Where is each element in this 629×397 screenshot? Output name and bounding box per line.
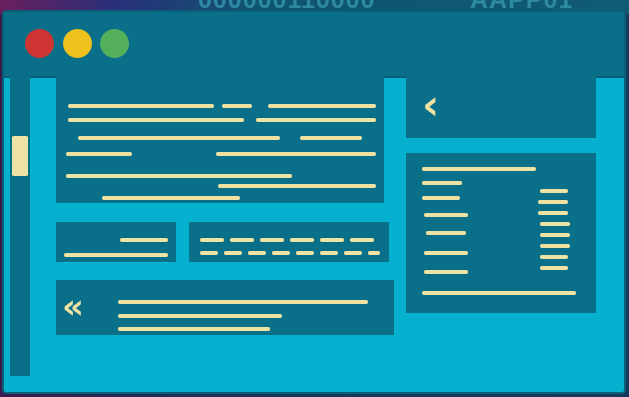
value-line bbox=[538, 211, 568, 215]
text-line bbox=[68, 118, 244, 122]
text-line bbox=[120, 238, 168, 242]
text-line bbox=[68, 104, 214, 108]
dash-line bbox=[230, 238, 254, 242]
dash-line bbox=[200, 251, 218, 255]
text-line bbox=[424, 213, 468, 217]
dash-line bbox=[200, 238, 224, 242]
text-line bbox=[268, 104, 376, 108]
close-button[interactable] bbox=[25, 29, 54, 58]
text-line bbox=[222, 104, 252, 108]
text-line bbox=[78, 136, 280, 140]
dash-line bbox=[368, 251, 380, 255]
text-line bbox=[118, 300, 368, 304]
content-panel-dashed bbox=[189, 222, 389, 262]
value-line bbox=[540, 189, 568, 193]
text-line bbox=[424, 251, 468, 255]
text-line bbox=[300, 136, 362, 140]
text-line bbox=[216, 152, 376, 156]
text-line bbox=[118, 314, 282, 318]
text-line bbox=[422, 181, 462, 185]
value-line bbox=[540, 266, 568, 270]
text-line bbox=[422, 167, 536, 171]
chevron-left-icon[interactable]: ‹ bbox=[422, 84, 439, 126]
maximize-button[interactable] bbox=[100, 29, 129, 58]
dash-line bbox=[290, 238, 314, 242]
dash-line bbox=[344, 251, 362, 255]
value-line bbox=[540, 244, 570, 248]
double-chevron-left-icon[interactable]: « bbox=[62, 290, 84, 324]
dash-line bbox=[272, 251, 290, 255]
text-line bbox=[218, 184, 376, 188]
window-titlebar bbox=[4, 12, 624, 78]
text-line bbox=[64, 253, 168, 257]
dash-line bbox=[320, 238, 344, 242]
dash-line bbox=[260, 238, 284, 242]
minimize-button[interactable] bbox=[63, 29, 92, 58]
text-line bbox=[424, 270, 468, 274]
dash-line bbox=[224, 251, 242, 255]
dash-line bbox=[350, 238, 374, 242]
text-line bbox=[66, 174, 292, 178]
dash-line bbox=[248, 251, 266, 255]
text-line bbox=[102, 196, 240, 200]
text-line bbox=[422, 291, 576, 295]
text-line bbox=[256, 118, 376, 122]
text-line bbox=[118, 327, 270, 331]
value-line bbox=[540, 222, 570, 226]
scrollbar-track[interactable] bbox=[10, 76, 30, 376]
scrollbar-thumb[interactable] bbox=[12, 136, 28, 176]
dash-line bbox=[320, 251, 338, 255]
value-line bbox=[538, 200, 568, 204]
text-line bbox=[66, 152, 132, 156]
dash-line bbox=[296, 251, 314, 255]
text-line bbox=[422, 196, 460, 200]
text-line bbox=[426, 231, 466, 235]
value-line bbox=[540, 255, 568, 259]
value-line bbox=[540, 233, 570, 237]
